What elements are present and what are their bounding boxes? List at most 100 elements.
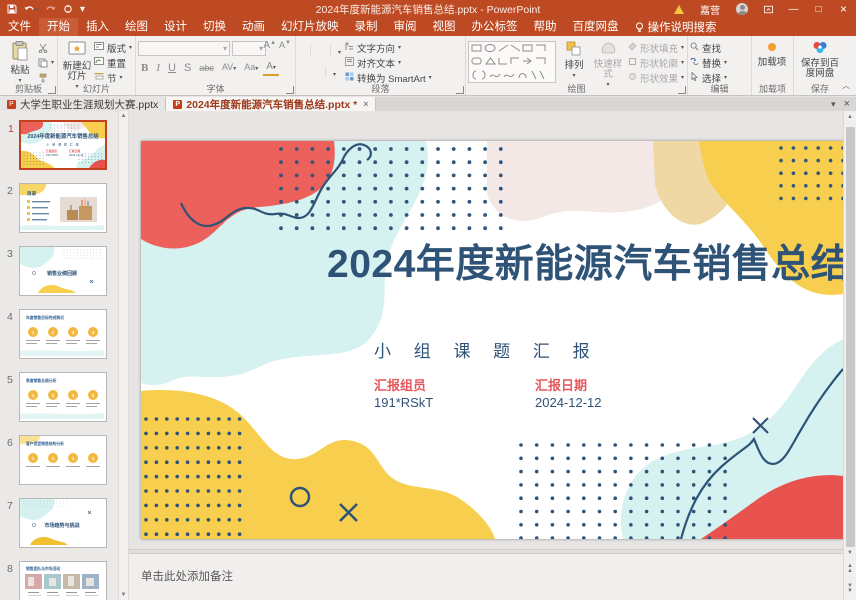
- member-label[interactable]: 汇报组员: [374, 375, 426, 394]
- tab-draw[interactable]: 绘图: [117, 18, 156, 36]
- strikethrough-button[interactable]: abc: [196, 60, 217, 76]
- font-name-combo[interactable]: ▾: [138, 41, 230, 56]
- previous-slide-button[interactable]: ▲▲: [844, 564, 856, 574]
- tab-record[interactable]: 录制: [347, 18, 386, 36]
- collapse-ribbon-icon[interactable]: ︿: [842, 80, 850, 91]
- tab-design[interactable]: 设计: [156, 18, 195, 36]
- date-label[interactable]: 汇报日期: [535, 375, 587, 394]
- quick-styles-button[interactable]: 快速样式 ▾: [592, 38, 624, 84]
- arrange-button[interactable]: 排列 ▾: [560, 38, 588, 84]
- svg-text:年度销售目标完成情况: 年度销售目标完成情况: [26, 315, 64, 320]
- line-spacing-icon[interactable]: ▾: [338, 41, 341, 59]
- section-icon: [94, 72, 104, 83]
- font-dialog-launcher[interactable]: [286, 86, 294, 94]
- thumb-scroll-up-icon[interactable]: ▲: [119, 113, 128, 119]
- clipboard-dialog-launcher[interactable]: [48, 86, 56, 94]
- tab-baidu-netdisk[interactable]: 百度网盘: [565, 18, 627, 36]
- undo-icon[interactable]: ▾: [24, 5, 38, 14]
- lightbulb-icon: [635, 22, 644, 33]
- character-spacing-button[interactable]: AV▾: [219, 59, 239, 77]
- tab-help[interactable]: 帮助: [526, 18, 565, 36]
- ribbon-display-options-icon[interactable]: [756, 0, 781, 18]
- tell-me-search[interactable]: 操作说明搜索: [627, 18, 725, 36]
- slide-scrollbar[interactable]: ▲ ▼ ▲▲ ▼▼: [843, 111, 856, 600]
- thumbnail-slide-4[interactable]: 4 年度销售目标完成情况 1234: [19, 309, 107, 359]
- maximize-button[interactable]: □: [806, 0, 831, 18]
- slide-subtitle-text[interactable]: 小 组 课 题 汇 报: [374, 337, 599, 362]
- slide-canvas-region[interactable]: 2024年度新能源汽车销售总结 小 组 课 题 汇 报 汇报组员 191*RSk…: [129, 111, 843, 549]
- paste-button[interactable]: 粘贴 ▾: [2, 38, 38, 84]
- scroll-down-icon[interactable]: ▼: [844, 550, 856, 556]
- date-value[interactable]: 2024-12-12: [535, 395, 602, 410]
- align-text-button[interactable]: 对齐文本▾: [345, 56, 432, 69]
- close-button[interactable]: ×: [831, 0, 856, 18]
- italic-button[interactable]: I: [153, 60, 163, 76]
- minimize-button[interactable]: —: [781, 0, 806, 18]
- thumbnail-scrollbar[interactable]: ▲ ▼: [118, 111, 129, 600]
- tab-slideshow[interactable]: 幻灯片放映: [273, 18, 347, 36]
- account-name[interactable]: 嘉营: [692, 0, 728, 18]
- touch-mode-icon[interactable]: [63, 4, 73, 14]
- tab-view[interactable]: 视图: [425, 18, 464, 36]
- scroll-up-icon[interactable]: ▲: [844, 114, 856, 120]
- thumbnail-slide-3[interactable]: 3 销售业绩回顾: [19, 246, 107, 296]
- close-doc-tab-icon[interactable]: ×: [363, 99, 368, 109]
- close-all-tabs-icon[interactable]: ×: [844, 98, 850, 110]
- underline-button[interactable]: U: [165, 60, 179, 76]
- addins-button[interactable]: 加载项: [754, 38, 790, 84]
- text-shadow-button[interactable]: S: [181, 60, 194, 76]
- qat-customize-icon[interactable]: ▾: [80, 4, 85, 15]
- thumbnail-slide-8[interactable]: 8 销售团队与市场活动: [19, 561, 107, 600]
- change-case-button[interactable]: Aa▾: [241, 59, 261, 77]
- font-color-button[interactable]: A▾: [263, 61, 279, 76]
- group-slides: 新建幻灯片 ▾ 版式▾ 重置 节▾ 幻灯片: [58, 36, 136, 95]
- tab-home[interactable]: 开始: [39, 18, 78, 36]
- tab-animations[interactable]: 动画: [234, 18, 273, 36]
- quick-access-toolbar: ▾ ▾: [0, 4, 85, 15]
- tab-transitions[interactable]: 切换: [195, 18, 234, 36]
- tab-office-tab[interactable]: 办公标签: [464, 18, 526, 36]
- doc-tab-1[interactable]: P 大学生职业生涯规划大赛.pptx: [0, 97, 166, 111]
- thumb-scroll-down-icon[interactable]: ▼: [119, 592, 128, 598]
- columns-icon[interactable]: ▾: [333, 63, 336, 81]
- thumbnail-slide-6[interactable]: 6 客户类型销售结构分析 1234: [19, 435, 107, 485]
- find-button[interactable]: 查找: [690, 41, 749, 54]
- slide-canvas[interactable]: 2024年度新能源汽车销售总结 小 组 课 题 汇 报 汇报组员 191*RSk…: [141, 141, 843, 539]
- grow-font-button[interactable]: A▲: [263, 40, 276, 51]
- avatar[interactable]: [728, 0, 756, 18]
- thumbnail-slide-2[interactable]: 2 目录: [19, 183, 107, 233]
- replace-button[interactable]: 替换▾: [690, 56, 749, 69]
- paragraph-dialog-launcher[interactable]: [456, 86, 464, 94]
- slide-title-text[interactable]: 2024年度新能源汽车销售总结: [327, 233, 843, 289]
- shape-fill-button[interactable]: 形状填充▾: [628, 41, 684, 54]
- tab-list-dropdown-icon[interactable]: ▾: [831, 99, 836, 110]
- tab-review[interactable]: 审阅: [386, 18, 425, 36]
- new-slide-button[interactable]: 新建幻灯片 ▾: [60, 38, 94, 84]
- save-to-baidu-button[interactable]: 保存到百度网盘: [796, 38, 844, 84]
- cut-icon[interactable]: [38, 41, 54, 54]
- shapes-gallery[interactable]: [468, 41, 556, 83]
- copy-icon[interactable]: ▾: [38, 56, 54, 69]
- tab-insert[interactable]: 插入: [78, 18, 117, 36]
- tab-file[interactable]: 文件: [0, 18, 39, 36]
- member-value[interactable]: 191*RSkT: [374, 395, 433, 410]
- thumbnail-slide-7[interactable]: 7 市场趋势与挑战: [19, 498, 107, 548]
- redo-icon[interactable]: [45, 5, 56, 14]
- layout-button[interactable]: 版式▾: [94, 41, 132, 54]
- font-size-combo[interactable]: ▾: [232, 41, 266, 56]
- thumbnail-slide-1[interactable]: 1 2024年度新能源汽车销售总结 小 组 课 题 汇 报 汇报组员 191*R…: [19, 120, 107, 170]
- notes-pane[interactable]: 单击此处添加备注: [129, 554, 843, 600]
- reset-button[interactable]: 重置: [94, 56, 132, 69]
- bold-button[interactable]: B: [138, 60, 151, 76]
- save-icon[interactable]: [7, 4, 17, 14]
- shape-outline-button[interactable]: 形状轮廓▾: [628, 56, 684, 69]
- shrink-font-button[interactable]: A▼: [279, 40, 291, 51]
- new-slide-icon: [68, 41, 86, 60]
- upload-warning-icon[interactable]: [666, 0, 692, 18]
- thumbnail-slide-5[interactable]: 5 季度销售业绩分析 1234: [19, 372, 107, 422]
- next-slide-button[interactable]: ▼▼: [844, 584, 856, 594]
- scrollbar-thumb[interactable]: [846, 127, 855, 547]
- drawing-dialog-launcher[interactable]: [678, 86, 686, 94]
- doc-tab-2-active[interactable]: P 2024年度新能源汽车销售总结.pptx * ×: [166, 97, 376, 111]
- text-direction-button[interactable]: 文字方向▾: [345, 41, 432, 54]
